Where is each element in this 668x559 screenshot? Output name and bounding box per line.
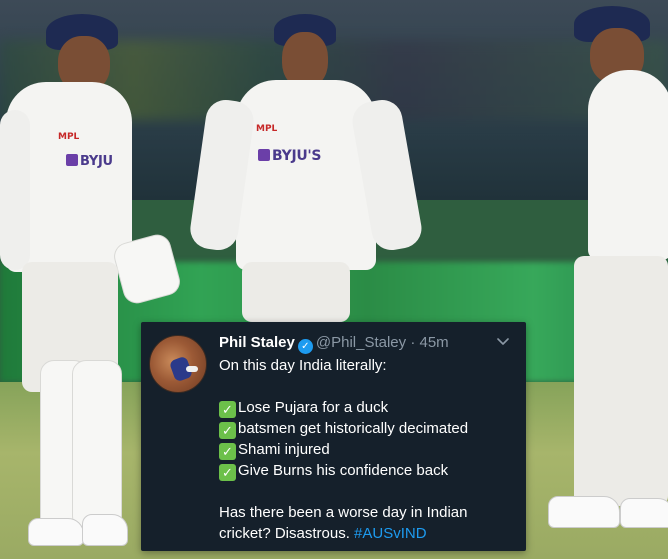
- separator-dot: ·: [410, 334, 416, 351]
- player-center-sponsor-text: BYJU'S: [272, 148, 322, 164]
- sponsor-logo-icon: [258, 149, 270, 161]
- player-left-shoe-1: [28, 518, 84, 546]
- checklist-item-text: Lose Pujara for a duck: [238, 399, 389, 416]
- player-right-pants: [574, 256, 668, 506]
- checklist-item-text: Give Burns his confidence back: [238, 462, 449, 479]
- player-left-pad-2: [72, 360, 122, 530]
- sponsor-logo-icon: [66, 154, 78, 166]
- checklist-item: ✓ batsmen get historically decimated: [219, 418, 519, 439]
- check-mark-icon: ✓: [219, 401, 236, 418]
- tweet-card: Phil Staley ✓ @Phil_Staley · 45m On this d…: [141, 322, 526, 551]
- checklist-item: ✓ Shami injured: [219, 439, 519, 460]
- player-right-shoe-1: [548, 496, 620, 528]
- check-mark-icon: ✓: [219, 464, 236, 481]
- tweet-closing-text: cricket? Disastrous.: [219, 525, 350, 542]
- checklist-item: ✓ Give Burns his confidence back: [219, 460, 519, 481]
- chevron-down-icon[interactable]: [495, 334, 511, 350]
- chevron-down-icon-svg: [497, 338, 509, 345]
- avatar[interactable]: [149, 335, 207, 393]
- player-left-arm: [0, 110, 30, 270]
- checklist-item-text: batsmen get historically decimated: [238, 420, 469, 437]
- tweet-closing-line-1: Has there been a worse day in Indian: [219, 504, 468, 521]
- checklist-item-text: Shami injured: [238, 441, 330, 458]
- verified-badge-icon: ✓: [297, 339, 313, 354]
- avatar-bat: [186, 366, 198, 372]
- hashtag-link[interactable]: #AUSvIND: [354, 525, 427, 542]
- tweet-time[interactable]: 45m: [420, 334, 449, 351]
- tweet-closing-line-2: cricket? Disastrous. #AUSvIND: [219, 523, 519, 544]
- player-left-shoe-2: [82, 514, 128, 546]
- player-right-shirt: [588, 70, 668, 260]
- player-center-mpl-logo: MPL: [256, 124, 278, 134]
- author-name[interactable]: Phil Staley: [219, 334, 295, 351]
- player-right-shoe-2: [620, 498, 668, 528]
- player-left-mpl-logo: MPL: [58, 132, 80, 142]
- player-center-sponsor: BYJU'S: [258, 148, 322, 164]
- tweet-header: Phil Staley ✓ @Phil_Staley · 45m: [219, 334, 449, 354]
- author-handle[interactable]: @Phil_Staley: [316, 334, 406, 351]
- player-center-shirt: [236, 80, 376, 270]
- checklist-item: ✓ Lose Pujara for a duck: [219, 397, 519, 418]
- player-left-sponsor-text: BYJU: [80, 154, 113, 169]
- tweet-text: On this day India literally: ✓ Lose Pujar…: [219, 355, 519, 544]
- check-mark-icon: ✓: [219, 422, 236, 439]
- check-mark-icon: ✓: [219, 443, 236, 460]
- player-center-pants: [242, 262, 350, 322]
- tweet-intro: On this day India literally:: [219, 357, 387, 374]
- player-left-sponsor: BYJU: [66, 154, 113, 169]
